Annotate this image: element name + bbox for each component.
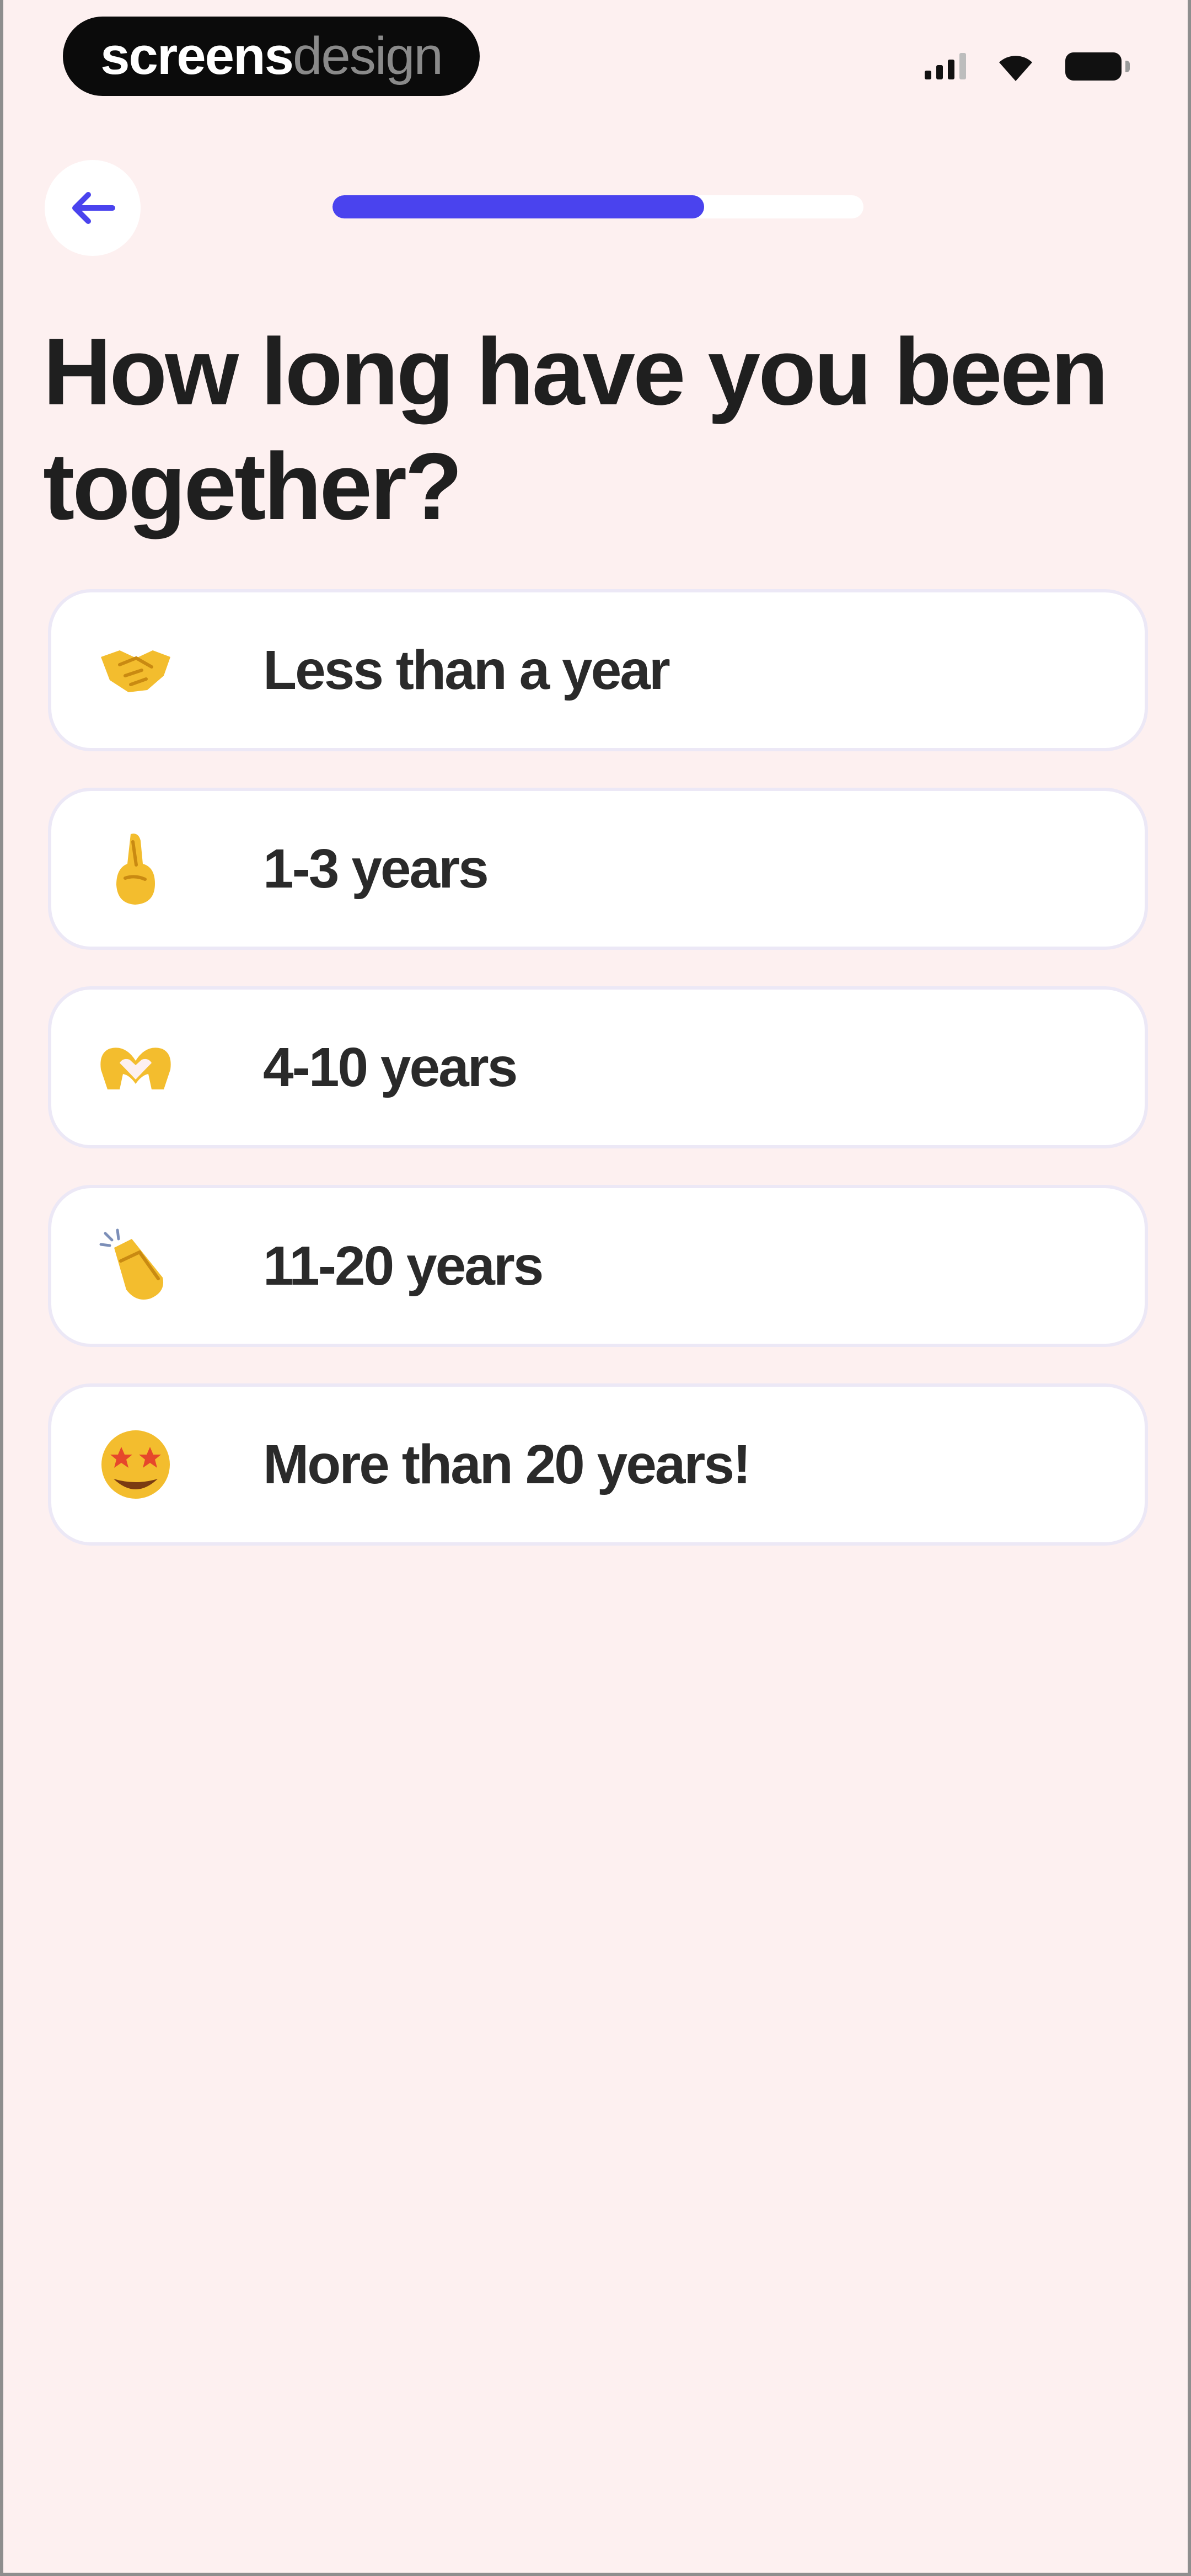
option-label: 11-20 years bbox=[263, 1234, 544, 1297]
app-screen: screens design How long have you been tog… bbox=[0, 0, 1191, 2576]
status-icons bbox=[925, 46, 1130, 86]
option-11-20-years[interactable]: 11-20 years bbox=[48, 1185, 1148, 1347]
option-label: More than 20 years! bbox=[263, 1433, 751, 1495]
options-list: Less than a year 1-3 years 4-10 years 11… bbox=[48, 589, 1148, 1546]
option-label: Less than a year bbox=[263, 639, 670, 701]
option-less-than-a-year[interactable]: Less than a year bbox=[48, 589, 1148, 751]
option-label: 1-3 years bbox=[263, 837, 489, 900]
brand-logo-light: design bbox=[293, 26, 443, 85]
brand-logo-strong: screens bbox=[100, 26, 294, 85]
option-label: 4-10 years bbox=[263, 1036, 518, 1098]
option-more-than-20-years[interactable]: More than 20 years! bbox=[48, 1383, 1148, 1546]
handshake-icon bbox=[98, 632, 174, 708]
page-title: How long have you been together? bbox=[43, 319, 1108, 539]
cellular-signal-icon bbox=[925, 53, 966, 79]
fingers-crossed-icon bbox=[98, 831, 174, 907]
star-struck-face-icon bbox=[98, 1426, 174, 1503]
option-4-10-years[interactable]: 4-10 years bbox=[48, 986, 1148, 1148]
battery-icon bbox=[1065, 52, 1130, 81]
clapping-hands-icon bbox=[98, 1228, 174, 1304]
arrow-left-icon bbox=[72, 192, 115, 224]
progress-bar bbox=[332, 195, 863, 218]
wifi-icon bbox=[999, 56, 1032, 81]
back-button[interactable] bbox=[45, 160, 141, 256]
progress-bar-fill bbox=[332, 195, 705, 218]
brand-logo: screens design bbox=[63, 17, 480, 96]
option-1-3-years[interactable]: 1-3 years bbox=[48, 788, 1148, 950]
heart-hands-icon bbox=[98, 1029, 174, 1105]
